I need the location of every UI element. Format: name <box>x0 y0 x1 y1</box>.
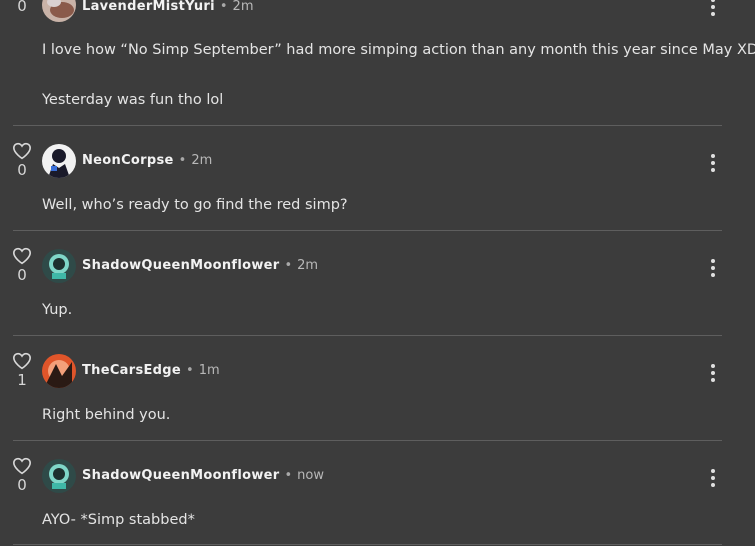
divider <box>13 125 722 126</box>
avatar[interactable] <box>42 249 76 283</box>
divider <box>13 544 722 545</box>
comment-meta: ShadowQueenMoonflower • now <box>82 468 324 483</box>
avatar[interactable] <box>42 459 76 493</box>
comment-meta: ShadowQueenMoonflower • 2m <box>82 258 319 273</box>
like-count: 0 <box>17 476 27 494</box>
comment-text: Right behind you. <box>42 407 171 423</box>
comment-text: Yesterday was fun tho lol <box>42 92 224 108</box>
divider <box>13 335 722 336</box>
like-control: 0 <box>11 142 33 178</box>
timestamp: now <box>297 468 324 483</box>
comment-text: AYO- *Simp stabbed* <box>42 512 195 528</box>
like-control: 0 <box>11 0 33 14</box>
username[interactable]: NeonCorpse <box>82 153 174 168</box>
divider <box>13 440 722 441</box>
avatar[interactable] <box>42 0 76 22</box>
like-control: 0 <box>11 247 33 283</box>
more-options-icon[interactable] <box>703 362 723 384</box>
heart-outline-icon[interactable] <box>12 352 32 370</box>
username[interactable]: ShadowQueenMoonflower <box>82 258 279 273</box>
username[interactable]: LavenderMistYuri <box>82 0 215 14</box>
comment-feed: 0 LavenderMistYuri • 2m I love how “No Sim… <box>0 0 755 546</box>
timestamp: 1m <box>198 363 220 378</box>
heart-outline-icon[interactable] <box>12 457 32 475</box>
like-count: 0 <box>17 161 27 179</box>
comment-meta: TheCarsEdge • 1m <box>82 363 220 378</box>
more-options-icon[interactable] <box>703 467 723 489</box>
username[interactable]: ShadowQueenMoonflower <box>82 468 279 483</box>
avatar[interactable] <box>42 144 76 178</box>
like-count: 0 <box>17 0 27 15</box>
timestamp: 2m <box>232 0 254 14</box>
more-options-icon[interactable] <box>703 257 723 279</box>
like-count: 1 <box>17 371 27 389</box>
comment-meta: LavenderMistYuri • 2m <box>82 0 254 14</box>
timestamp: 2m <box>297 258 319 273</box>
like-control: 0 <box>11 457 33 493</box>
more-options-icon[interactable] <box>703 152 723 174</box>
more-options-icon[interactable] <box>703 0 723 18</box>
comment-text: Well, who’s ready to go find the red sim… <box>42 197 348 213</box>
username[interactable]: TheCarsEdge <box>82 363 181 378</box>
comment-text: I love how “No Simp September” had more … <box>42 42 755 58</box>
like-count: 0 <box>17 266 27 284</box>
comment-text: Yup. <box>42 302 73 318</box>
like-control: 1 <box>11 352 33 388</box>
heart-outline-icon[interactable] <box>12 247 32 265</box>
heart-outline-icon[interactable] <box>12 142 32 160</box>
avatar[interactable] <box>42 354 76 388</box>
divider <box>13 230 722 231</box>
comment-meta: NeonCorpse • 2m <box>82 153 213 168</box>
timestamp: 2m <box>191 153 213 168</box>
